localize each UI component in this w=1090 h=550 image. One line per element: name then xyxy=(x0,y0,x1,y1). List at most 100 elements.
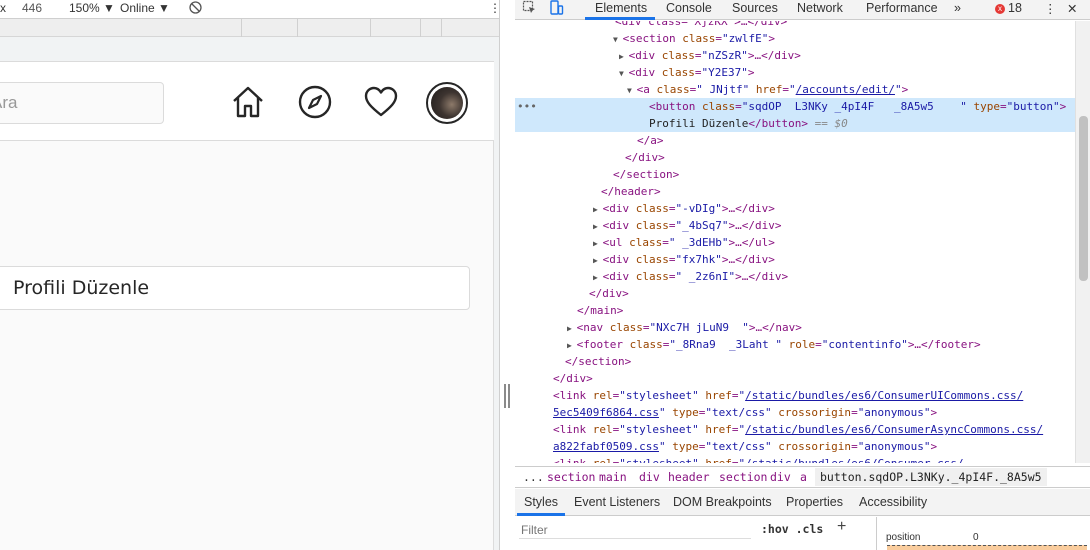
subtab-styles[interactable]: Styles xyxy=(524,495,558,509)
breadcrumb-item[interactable]: button.sqdOP.L3NKy._4pI4F._8A5w5 xyxy=(815,468,1047,486)
expand-triangle-icon[interactable]: ▶ xyxy=(593,256,603,265)
expand-triangle-icon[interactable]: ▶ xyxy=(593,239,603,248)
dom-node-line[interactable]: </section> xyxy=(515,166,1075,183)
close-devtools-icon[interactable]: ✕ xyxy=(1067,1,1077,16)
viewport-height-field[interactable]: 446 xyxy=(22,1,42,15)
devtools-menu-icon[interactable]: ⋮ xyxy=(1044,1,1057,16)
tab-performance[interactable]: Performance xyxy=(866,1,938,15)
dom-node-line[interactable]: <link rel="stylesheet" href="/static/bun… xyxy=(515,387,1075,404)
close-size-icon[interactable]: x xyxy=(0,1,6,15)
tab-network[interactable]: Network xyxy=(797,1,843,15)
avatar[interactable] xyxy=(426,82,468,124)
dom-tree-scrollbar[interactable] xyxy=(1075,21,1090,463)
dom-tag: <div xyxy=(628,49,656,62)
error-counter[interactable]: x 18 xyxy=(995,1,1022,15)
breadcrumb-item[interactable]: ... xyxy=(523,470,544,484)
dom-node-line[interactable]: ▶ <div class="fx7hk">…</div> xyxy=(515,251,1075,268)
device-toggle-icon[interactable] xyxy=(549,0,564,19)
breadcrumb-item[interactable]: div xyxy=(639,470,660,484)
zoom-select[interactable]: 150% ▼ xyxy=(69,1,115,15)
dom-node-line[interactable]: </section> xyxy=(515,353,1075,370)
expand-triangle-icon[interactable]: ▶ xyxy=(593,205,603,214)
dom-node-line[interactable]: ▶ <footer class="_8Rna9 _3Laht " role="c… xyxy=(515,336,1075,353)
panel-splitter[interactable] xyxy=(499,0,515,550)
more-tabs-icon[interactable]: » xyxy=(954,1,961,15)
dom-node-line[interactable]: 5ec5409f6864.css" type = "text/css" crosso… xyxy=(515,404,1075,421)
home-icon[interactable] xyxy=(230,84,266,120)
dom-node-line[interactable]: ••• <button class="sqdOP L3NKy _4pI4F _8A… xyxy=(515,98,1075,115)
rotate-icon[interactable] xyxy=(188,0,203,18)
explore-icon[interactable] xyxy=(297,84,333,120)
dom-node-line[interactable]: ▶ <div class=" _2z6nI">…</div> xyxy=(515,268,1075,285)
dom-node-line[interactable]: </div> xyxy=(515,285,1075,302)
dom-node-line[interactable]: a822fabf0509.css" type = "text/css" crosso… xyxy=(515,438,1075,455)
tab-console[interactable]: Console xyxy=(666,1,712,15)
dom-node-line[interactable]: ▶ <ul class=" _3dEHb">…</ul> xyxy=(515,234,1075,251)
breadcrumb-item[interactable]: a xyxy=(800,470,807,484)
dom-node-line[interactable]: </main> xyxy=(515,302,1075,319)
dom-node-line[interactable]: ▼ <a class=" JNjtf" href="/accounts/edit… xyxy=(515,81,1075,98)
subtab-event-listeners[interactable]: Event Listeners xyxy=(574,495,660,509)
attr-value: "nZSzR" xyxy=(701,49,748,62)
splitter-grip-icon[interactable] xyxy=(504,384,510,408)
inspect-element-icon[interactable] xyxy=(522,0,537,18)
attr-link: /static/bundles/es6/Consumer.css/ xyxy=(745,457,964,463)
breadcrumb-item[interactable]: header xyxy=(668,470,710,484)
attr-value: "_8Rna9 _3Laht " xyxy=(669,338,782,351)
dom-node-line[interactable]: Profili Düzenle</button> == $0 xyxy=(515,115,1075,132)
collapse-triangle-icon[interactable]: ▼ xyxy=(613,35,623,44)
attr-value: "_4bSq7" xyxy=(675,219,729,232)
dom-node-line[interactable]: <link rel="stylesheet" href="/static/bun… xyxy=(515,455,1075,463)
expand-triangle-icon[interactable]: ▶ xyxy=(567,324,577,333)
breadcrumb-item[interactable]: section xyxy=(547,470,595,484)
styles-filter-input[interactable] xyxy=(519,521,751,539)
dom-node-line[interactable]: ▶ <div class="_4bSq7">…</div> xyxy=(515,217,1075,234)
subtab-dom-breakpoints[interactable]: DOM Breakpoints xyxy=(673,495,772,509)
subtab-accessibility[interactable]: Accessibility xyxy=(859,495,927,509)
tab-sources[interactable]: Sources xyxy=(732,1,778,15)
expand-triangle-icon[interactable]: ▶ xyxy=(619,52,629,61)
breadcrumb-item[interactable]: section xyxy=(719,470,767,484)
dom-node-line[interactable]: ▼ <section class="zwlfE"> xyxy=(515,30,1075,47)
dom-node-line[interactable]: </div> xyxy=(515,149,1075,166)
heart-icon[interactable] xyxy=(363,84,399,120)
scrollbar-thumb[interactable] xyxy=(1079,116,1088,281)
dom-node-line[interactable]: <link rel="stylesheet" href="/static/bun… xyxy=(515,421,1075,438)
hov-cls-toggle[interactable]: :hov .cls xyxy=(761,522,823,536)
collapse-triangle-icon[interactable]: ▼ xyxy=(627,86,637,95)
tab-elements[interactable]: Elements xyxy=(595,1,647,15)
dom-node-content: <link rel="stylesheet" href="/static/bun… xyxy=(553,455,964,463)
breadcrumb-item[interactable]: div xyxy=(770,470,791,484)
attr-name: href xyxy=(755,83,783,96)
subtab-properties[interactable]: Properties xyxy=(786,495,843,509)
attr-value: "sqdOP L3NKy _4pI4F _8A5w5 " xyxy=(741,100,967,113)
devtools-tabbar: Elements Console Sources Network Perform… xyxy=(515,0,1090,20)
attr-link: 5ec5409f6864.css xyxy=(553,406,659,419)
breadcrumb-item[interactable]: main xyxy=(599,470,627,484)
dom-node-line[interactable]: </header> xyxy=(515,183,1075,200)
dom-node-line[interactable]: <div class="XjzKX">…</div> xyxy=(515,21,1075,30)
dom-node-line[interactable]: </div> xyxy=(515,370,1075,387)
dom-node-line[interactable]: ▶ <div class="-vDIg">…</div> xyxy=(515,200,1075,217)
node-actions-icon[interactable]: ••• xyxy=(517,98,537,115)
network-throttle-select[interactable]: Online ▼ xyxy=(120,1,170,15)
quote: " xyxy=(894,83,902,96)
attr-name: class xyxy=(661,66,695,79)
expand-triangle-icon[interactable]: ▶ xyxy=(593,273,603,282)
dom-node-line[interactable]: ▶ <nav class="NXc7H jLuN9 ">…</nav> xyxy=(515,319,1075,336)
selected-marker: == $0 xyxy=(807,117,848,130)
search-input[interactable]: Ara xyxy=(0,82,164,124)
expand-triangle-icon[interactable]: ▶ xyxy=(593,222,603,231)
edit-profile-button[interactable]: Profili Düzenle xyxy=(0,266,470,310)
expand-triangle-icon[interactable]: ▶ xyxy=(567,341,577,350)
new-style-rule-icon[interactable]: + xyxy=(837,518,846,536)
dom-text: Profili Düzenle xyxy=(649,117,749,130)
screen: x 446 150% ▼ Online ▼ ⋮ Ara xyxy=(0,0,1090,550)
dom-node-line[interactable]: ▼ <div class="Y2E37"> xyxy=(515,64,1075,81)
collapse-triangle-icon[interactable]: ▼ xyxy=(619,69,629,78)
dom-node-line[interactable]: </a> xyxy=(515,132,1075,149)
dom-node-line[interactable]: ▶ <div class="nZSzR">…</div> xyxy=(515,47,1075,64)
